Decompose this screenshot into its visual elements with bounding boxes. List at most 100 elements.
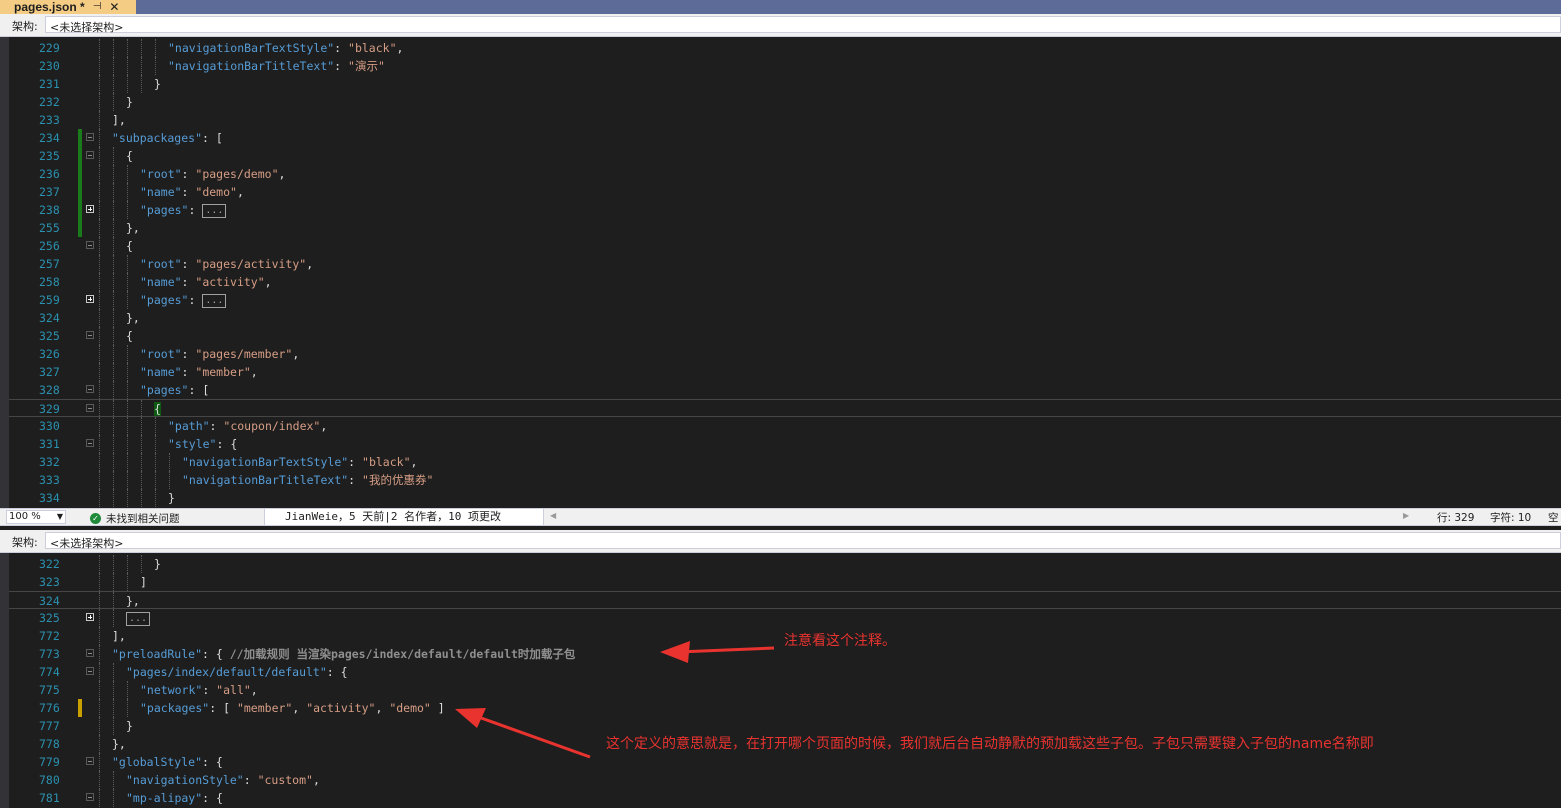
code-text: } bbox=[168, 489, 175, 507]
code-line[interactable]: 333 "navigationBarTitleText": "我的优惠券" bbox=[9, 471, 1561, 489]
code-line[interactable]: 774 "pages/index/default/default": { bbox=[9, 663, 1561, 681]
code-text: { bbox=[154, 400, 161, 418]
expand-icon[interactable] bbox=[86, 613, 94, 621]
code-line[interactable]: 325 { bbox=[9, 327, 1561, 345]
code-line[interactable]: 237 "name": "demo", bbox=[9, 183, 1561, 201]
code-line[interactable]: 330 "path": "coupon/index", bbox=[9, 417, 1561, 435]
issues-indicator[interactable]: ✓ 未找到相关问题 bbox=[90, 511, 180, 526]
code-line[interactable]: 234 "subpackages": [ bbox=[9, 129, 1561, 147]
code-line[interactable]: 781 "mp-alipay": { bbox=[9, 789, 1561, 807]
code-line[interactable]: 256 { bbox=[9, 237, 1561, 255]
code-token: : { bbox=[216, 437, 238, 451]
code-token: //加载规则 当渲染pages/index/default/default时加载… bbox=[229, 647, 576, 661]
code-line[interactable]: 328 "pages": [ bbox=[9, 381, 1561, 399]
code-text: } bbox=[126, 93, 133, 111]
line-number: 233 bbox=[39, 113, 60, 127]
code-line[interactable]: 779 "globalStyle": { bbox=[9, 753, 1561, 771]
code-text: "pages": [ bbox=[140, 381, 209, 399]
collapse-icon[interactable] bbox=[86, 757, 94, 765]
collapse-icon[interactable] bbox=[86, 793, 94, 801]
code-line[interactable]: 232} bbox=[9, 93, 1561, 111]
code-token: : bbox=[188, 203, 203, 217]
collapse-icon[interactable] bbox=[86, 151, 94, 159]
code-text: ... bbox=[126, 609, 151, 627]
code-text: ], bbox=[112, 111, 126, 129]
scroll-left-icon[interactable]: ◀ bbox=[550, 511, 556, 520]
line-number: 331 bbox=[39, 437, 60, 451]
collapse-icon[interactable] bbox=[86, 133, 94, 141]
code-line[interactable]: 257 "root": "pages/activity", bbox=[9, 255, 1561, 273]
code-text: "pages": ... bbox=[140, 201, 227, 219]
code-line[interactable]: 238 "pages": ... bbox=[9, 201, 1561, 219]
code-token: : [ bbox=[202, 131, 223, 145]
collapse-icon[interactable] bbox=[86, 667, 94, 675]
code-token: "packages" bbox=[140, 701, 210, 715]
code-token: }, bbox=[112, 737, 126, 751]
code-line[interactable]: 236 "root": "pages/demo", bbox=[9, 165, 1561, 183]
expand-icon[interactable] bbox=[86, 295, 94, 303]
code-line[interactable]: 235{ bbox=[9, 147, 1561, 165]
line-number: 229 bbox=[39, 41, 60, 55]
code-token: "member" bbox=[195, 365, 251, 379]
collapse-icon[interactable] bbox=[86, 439, 94, 447]
code-text: "preloadRule": { //加载规则 当渲染pages/index/d… bbox=[112, 645, 575, 663]
code-line[interactable]: 324}, bbox=[9, 309, 1561, 327]
code-line[interactable]: 258 "name": "activity", bbox=[9, 273, 1561, 291]
scroll-right-icon[interactable]: ▶ bbox=[1403, 511, 1409, 520]
code-line[interactable]: 775 "network": "all", bbox=[9, 681, 1561, 699]
collapse-icon[interactable] bbox=[86, 331, 94, 339]
code-line[interactable]: 230 "navigationBarTitleText": "演示" bbox=[9, 57, 1561, 75]
close-icon[interactable]: ✕ bbox=[109, 0, 119, 14]
code-line[interactable]: 327 "name": "member", bbox=[9, 363, 1561, 381]
zoom-dropdown[interactable]: 100 % ▼ bbox=[6, 510, 66, 524]
collapse-icon[interactable] bbox=[86, 404, 94, 412]
tab-pages-json[interactable]: pages.json * ⊣ ✕ bbox=[0, 0, 136, 14]
code-line[interactable]: 776 "packages": [ "member", "activity", "… bbox=[9, 699, 1561, 717]
code-line[interactable]: 326 "root": "pages/member", bbox=[9, 345, 1561, 363]
code-line[interactable]: 332 "navigationBarTextStyle": "black", bbox=[9, 453, 1561, 471]
pin-icon[interactable]: ⊣ bbox=[93, 0, 102, 14]
code-text: "root": "pages/demo", bbox=[140, 165, 285, 183]
code-line[interactable]: 324}, bbox=[9, 591, 1561, 610]
code-token: "style" bbox=[168, 437, 217, 451]
whitespace-mode[interactable]: 空 bbox=[1548, 510, 1559, 525]
code-line[interactable]: 233], bbox=[9, 111, 1561, 129]
collapse-icon[interactable] bbox=[86, 649, 94, 657]
code-token: "activity" bbox=[195, 275, 265, 289]
code-editor-top[interactable]: 229 "navigationBarTextStyle": "black", 230… bbox=[0, 37, 1561, 508]
collapse-icon[interactable] bbox=[86, 241, 94, 249]
collapse-icon[interactable] bbox=[86, 385, 94, 393]
code-token: "name" bbox=[140, 365, 182, 379]
line-number: 780 bbox=[39, 773, 60, 787]
code-line[interactable]: 323] bbox=[9, 573, 1561, 591]
code-line[interactable]: 325... bbox=[9, 609, 1561, 627]
collapsed-region[interactable]: ... bbox=[202, 203, 227, 218]
code-token: "navigationBarTextStyle" bbox=[168, 41, 335, 55]
architecture-dropdown[interactable]: <未选择架构> bbox=[45, 532, 1561, 550]
expand-icon[interactable] bbox=[86, 205, 94, 213]
code-text: "navigationBarTextStyle": "black", bbox=[168, 39, 403, 57]
code-line[interactable]: 780 "navigationStyle": "custom", bbox=[9, 771, 1561, 789]
code-line[interactable]: 259 "pages": ... bbox=[9, 291, 1561, 309]
code-editor-bottom[interactable]: 322} 323] 324}, 325... 772], 773 "preloadRule"… bbox=[0, 553, 1561, 808]
line-number: 774 bbox=[39, 665, 60, 679]
code-token: : bbox=[181, 365, 196, 379]
editor-margin bbox=[0, 553, 9, 808]
code-line[interactable]: 229 "navigationBarTextStyle": "black", bbox=[9, 39, 1561, 57]
code-token: : { bbox=[326, 665, 348, 679]
code-line[interactable]: 331 "style": { bbox=[9, 435, 1561, 453]
line-number: 257 bbox=[39, 257, 60, 271]
code-line[interactable]: 329 { bbox=[9, 399, 1561, 418]
code-line[interactable]: 231} bbox=[9, 75, 1561, 93]
git-blame-info[interactable]: JianWeie，5 天前|2 名作者，10 项更改 bbox=[264, 509, 544, 525]
code-line[interactable]: 334} bbox=[9, 489, 1561, 507]
code-line[interactable]: 255}, bbox=[9, 219, 1561, 237]
code-text: }, bbox=[126, 219, 140, 237]
collapsed-region[interactable]: ... bbox=[126, 611, 151, 626]
architecture-dropdown[interactable]: <未选择架构> bbox=[45, 16, 1561, 34]
line-number: 777 bbox=[39, 719, 60, 733]
code-token: ], bbox=[112, 113, 126, 127]
collapsed-region[interactable]: ... bbox=[202, 293, 227, 308]
annotation-note-explanation: 这个定义的意思就是，在打开哪个页面的时候，我们就后台自动静默的预加载这些子包。子… bbox=[606, 736, 1374, 752]
code-line[interactable]: 322} bbox=[9, 555, 1561, 573]
